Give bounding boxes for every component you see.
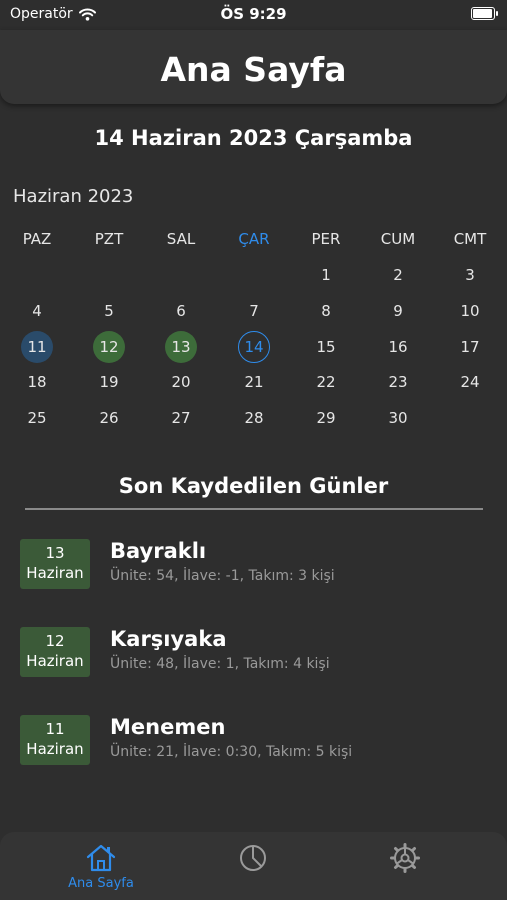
recent-day-item[interactable]: 12 Haziran Karşıyaka Ünite: 48, İlave: 1… [20,627,490,679]
gear-icon [390,843,420,873]
weekday-label: PZT [94,230,124,248]
location-detail: Ünite: 54, İlave: -1, Takım: 3 kişi [110,568,335,584]
calendar-month-label: Haziran 2023 [13,186,134,207]
weekday-label: SAL [166,230,196,248]
date-badge: 11 Haziran [20,715,90,765]
location-name: Karşıyaka [110,627,227,651]
calendar-day[interactable]: 27 [165,402,197,434]
calendar-day[interactable]: 21 [238,366,270,398]
location-name: Bayraklı [110,539,207,563]
tab-statistics[interactable] [193,832,313,900]
weekday-label: PAZ [22,230,52,248]
current-date: 14 Haziran 2023 Çarşamba [94,126,413,150]
calendar-day[interactable]: 28 [238,402,270,434]
status-bar: Operatör ÖS 9:29 [0,0,507,28]
date-badge: 13 Haziran [20,539,90,589]
calendar-day[interactable]: 24 [454,366,486,398]
calendar-day[interactable]: 5 [93,295,125,327]
tab-bar: Ana Sayfa [0,832,507,900]
house-icon [86,844,116,872]
recent-days-title: Son Kaydedilen Günler [118,474,389,498]
badge-day: 11 [45,720,65,738]
calendar-day[interactable]: 20 [165,366,197,398]
battery-icon [471,7,498,20]
recent-day-item[interactable]: 13 Haziran Bayraklı Ünite: 54, İlave: -1… [20,539,490,591]
location-name: Menemen [110,715,226,739]
location-detail: Ünite: 21, İlave: 0:30, Takım: 5 kişi [110,744,353,760]
nav-bar: Ana Sayfa [0,30,507,104]
calendar-day[interactable]: 25 [21,402,53,434]
calendar-day[interactable]: 17 [454,331,486,363]
calendar-day[interactable]: 13 [165,331,197,363]
date-badge: 12 Haziran [20,627,90,677]
section-divider [25,508,483,510]
calendar-day[interactable]: 22 [310,366,342,398]
calendar-day[interactable]: 11 [21,331,53,363]
badge-day: 13 [45,544,65,562]
weekday-label: PER [311,230,341,248]
badge-day: 12 [45,632,65,650]
calendar-day[interactable]: 23 [382,366,414,398]
calendar-day[interactable]: 4 [21,295,53,327]
calendar-day[interactable]: 15 [310,331,342,363]
tab-settings[interactable] [345,832,465,900]
calendar-day[interactable]: 9 [382,295,414,327]
calendar-day[interactable]: 26 [93,402,125,434]
calendar-day[interactable]: 12 [93,331,125,363]
calendar-day[interactable]: 2 [382,259,414,291]
badge-month: Haziran [26,564,84,582]
calendar-day[interactable]: 16 [382,331,414,363]
weekday-label: ÇAR [238,230,270,248]
calendar-day[interactable]: 18 [21,366,53,398]
status-time: ÖS 9:29 [220,5,287,23]
calendar-day[interactable]: 1 [310,259,342,291]
calendar-day[interactable]: 8 [310,295,342,327]
pie-chart-icon [240,845,266,871]
calendar-day[interactable]: 3 [454,259,486,291]
tab-home-label: Ana Sayfa [68,876,134,891]
badge-month: Haziran [26,652,84,670]
calendar-weekday-row: PAZ PZT SAL ÇAR PER CUM CMT [0,230,507,250]
calendar-day[interactable]: 19 [93,366,125,398]
calendar-day[interactable]: 30 [382,402,414,434]
page-title: Ana Sayfa [160,50,347,89]
recent-day-item[interactable]: 11 Haziran Menemen Ünite: 21, İlave: 0:3… [20,715,490,767]
calendar-day[interactable]: 29 [310,402,342,434]
tab-home[interactable]: Ana Sayfa [41,832,161,900]
calendar-day-today[interactable]: 14 [238,331,270,363]
weekday-label: CMT [453,230,487,248]
weekday-label: CUM [380,230,416,248]
calendar-day[interactable]: 10 [454,295,486,327]
calendar-day[interactable]: 6 [165,295,197,327]
location-detail: Ünite: 48, İlave: 1, Takım: 4 kişi [110,656,330,672]
calendar-day[interactable]: 7 [238,295,270,327]
badge-month: Haziran [26,740,84,758]
